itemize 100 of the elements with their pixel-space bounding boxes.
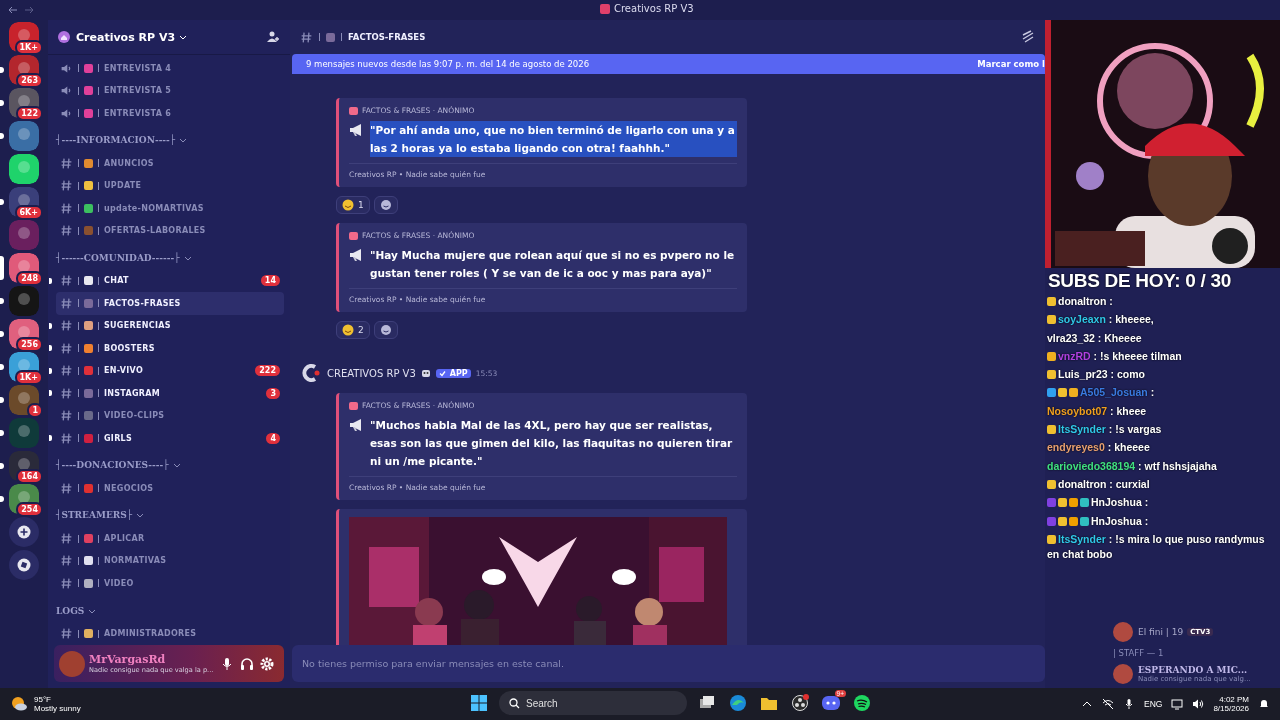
- channel-item[interactable]: UPDATE: [56, 174, 284, 198]
- message-text: "Hay Mucha mujere que rolean aquí que si no es pvpero no le gustan tener roles ( Y se van de ic a ooc y mas para aya)": [370, 248, 736, 281]
- channel-item[interactable]: VIDEO-CLIPS: [56, 404, 284, 427]
- microphone-icon[interactable]: [1123, 698, 1135, 710]
- channel-item[interactable]: APLICAR: [56, 527, 284, 550]
- channel-item[interactable]: NEGOCIOS: [56, 477, 284, 500]
- category-label[interactable]: ┤STREAMERS├: [56, 510, 133, 521]
- message-text: "Muchos habla Mal de las 4XL, pero hay que ser realistas, esas son las que gimen del kilo, las flaquitas no quieren tirar ni un /me picante.": [370, 418, 734, 469]
- reaction-button[interactable]: 1: [336, 196, 370, 214]
- chat-message: endyreyes0 : kheeee: [1047, 440, 1151, 456]
- chat-message: darioviedo368194 : wtf hshsjajaha: [1047, 458, 1218, 474]
- weather-icon[interactable]: [10, 695, 28, 713]
- clock-date[interactable]: 8/15/2026: [1213, 704, 1249, 713]
- browser-icon[interactable]: [727, 692, 749, 714]
- clock-time[interactable]: 4:02 PM: [1219, 695, 1249, 704]
- chat-message: HnJoshua :: [1047, 513, 1278, 529]
- category-label[interactable]: ┤----INFORMACION----├: [56, 135, 176, 146]
- channel-item[interactable]: INSTAGRAM 3: [56, 381, 284, 405]
- laughing-emoji-icon: [342, 324, 354, 336]
- channel-item[interactable]: BOOSTERS: [56, 337, 284, 360]
- headphones-icon[interactable]: [239, 655, 256, 672]
- settings-icon[interactable]: [259, 655, 276, 672]
- username: MrVargasRd: [89, 653, 167, 666]
- compass-icon: [17, 558, 31, 572]
- hash-icon: [60, 409, 73, 423]
- start-button[interactable]: [468, 692, 490, 714]
- mark-read-link[interactable]: Marcar como l: [977, 59, 1045, 69]
- mention-count: 6K+: [14, 205, 43, 220]
- category-label[interactable]: ┤------COMUNIDAD------├: [56, 252, 180, 263]
- hash-icon: [60, 201, 73, 215]
- channel-item[interactable]: VIDEO: [56, 572, 284, 595]
- chevron-icon[interactable]: [179, 33, 188, 41]
- hash-icon: [60, 156, 73, 170]
- add-reaction-button[interactable]: [373, 321, 398, 339]
- server-name[interactable]: Creativos RP V3: [76, 30, 176, 44]
- mention-count: 256: [16, 337, 43, 352]
- search-icon: [509, 697, 520, 709]
- member-name[interactable]: ESPERANDO A MIC...: [1138, 665, 1248, 675]
- embed-source-icon: [349, 401, 358, 410]
- hash-icon: [60, 319, 73, 333]
- hash-icon: [60, 274, 73, 288]
- channel-item[interactable]: FACTOS-FRASES: [56, 292, 284, 315]
- member-avatar[interactable]: [1113, 664, 1133, 684]
- chat-message: soyJeaxn : kheeee,: [1047, 312, 1278, 328]
- wifi-off-icon[interactable]: [1102, 698, 1114, 710]
- hash-icon: [60, 554, 73, 568]
- back-icon[interactable]: [8, 6, 18, 14]
- channel-item[interactable]: OFERTAS-LABORALES: [56, 219, 284, 242]
- language-indicator[interactable]: ENG: [1144, 699, 1163, 709]
- mention-count: 164: [16, 469, 43, 484]
- window-title: Creativos RP V3: [614, 3, 694, 14]
- channel-item[interactable]: update-NOMARTIVAS: [56, 197, 284, 220]
- author-name[interactable]: CREATIVOS RP V3: [327, 367, 416, 379]
- hash-icon: [60, 296, 73, 310]
- add-reaction-button[interactable]: [373, 196, 398, 214]
- add-server-button[interactable]: [9, 517, 39, 547]
- laughing-emoji-icon: [342, 199, 354, 211]
- mention-count: 1K+: [14, 40, 43, 55]
- forward-icon[interactable]: [24, 6, 34, 14]
- channel-item[interactable]: GIRLS 4: [56, 426, 284, 450]
- monitor-icon[interactable]: [1171, 698, 1184, 710]
- subs-goal-text: SUBS DE HOY: 0 / 30: [1047, 269, 1232, 292]
- category-label[interactable]: ┤----DONACIONES----├: [56, 460, 169, 471]
- channel-item[interactable]: NORMATIVAS: [56, 549, 284, 573]
- channel-item[interactable]: EN-VIVO 222: [56, 359, 284, 382]
- channel-item[interactable]: ENTREVISTA 5: [56, 79, 284, 102]
- discover-button[interactable]: [9, 550, 39, 580]
- smiley-icon: [379, 199, 392, 211]
- channel-item[interactable]: ANUNCIOS: [56, 152, 284, 175]
- hash-icon: [60, 532, 73, 546]
- robot-icon: [420, 368, 431, 378]
- server-icon[interactable]: [9, 154, 39, 184]
- member-avatar[interactable]: [1113, 622, 1133, 642]
- hash-icon: [60, 431, 73, 445]
- member-category: | STAFF — 1: [1113, 648, 1165, 658]
- app-logo-icon: [600, 3, 610, 14]
- recording-app-icon[interactable]: [789, 692, 811, 714]
- channel-item[interactable]: CHAT 14: [56, 269, 284, 293]
- plus-icon: [17, 525, 31, 539]
- threads-icon[interactable]: [1021, 30, 1035, 44]
- server-icon: [58, 31, 70, 43]
- hash-icon: [60, 341, 73, 355]
- channel-item[interactable]: SUGERENCIAS: [56, 314, 284, 338]
- mention-count: 4: [266, 432, 280, 444]
- hash-icon: [60, 481, 73, 495]
- channel-item[interactable]: ENTREVISTA 4: [56, 57, 284, 80]
- bot-avatar-icon[interactable]: [300, 362, 322, 384]
- category-label[interactable]: LOGS: [56, 605, 85, 616]
- notification-icon[interactable]: [1258, 698, 1270, 710]
- add-member-icon[interactable]: [266, 30, 280, 44]
- reaction-button[interactable]: 2: [336, 321, 370, 339]
- music-app-icon[interactable]: [851, 692, 873, 714]
- smiley-icon: [379, 324, 392, 336]
- channel-title: FACTOS-FRASES: [348, 32, 426, 42]
- channel-item[interactable]: ENTREVISTA 6: [56, 101, 284, 125]
- member-name[interactable]: El fini | 19: [1138, 627, 1184, 637]
- chat-message: Nosoybot07 : kheee: [1047, 403, 1148, 419]
- volume-icon[interactable]: [1192, 698, 1205, 710]
- channel-item[interactable]: ADMINISTRADORES: [56, 622, 284, 645]
- search-field[interactable]: Search: [499, 691, 687, 715]
